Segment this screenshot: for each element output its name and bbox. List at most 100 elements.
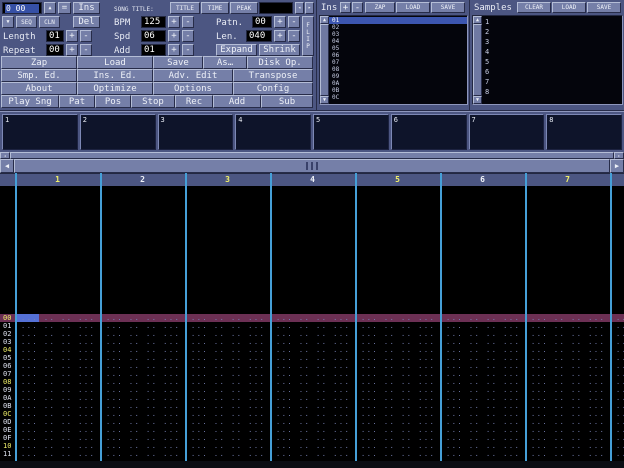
tab-time[interactable]: TIME xyxy=(201,2,229,14)
tab-peak[interactable]: PEAK xyxy=(230,2,258,14)
pattern-cell[interactable]: ... .. .. ... xyxy=(185,322,270,330)
pattern-cell[interactable]: ... .. .. ... xyxy=(610,426,624,434)
menu-button[interactable]: Add xyxy=(213,95,261,108)
pattern-cell[interactable]: ... .. .. ... xyxy=(15,322,100,330)
scroll-right-icon[interactable]: ▶ xyxy=(610,159,624,173)
ins-list-item[interactable]: 0A xyxy=(329,80,467,87)
samples-load-button[interactable]: LOAD xyxy=(552,2,586,13)
ins-list-item[interactable]: 0C xyxy=(329,94,467,101)
menu-button[interactable]: Adv. Edit xyxy=(153,69,233,82)
pattern-cell[interactable]: ... .. .. ... xyxy=(270,410,355,418)
pattern-cell[interactable]: ... .. .. ... xyxy=(15,354,100,362)
pattern-cell[interactable]: ... .. .. ... xyxy=(525,450,610,458)
pattern-cell[interactable]: ... .. .. ... xyxy=(525,338,610,346)
pattern-cell[interactable]: ... .. .. ... xyxy=(185,338,270,346)
pattern-cell[interactable]: ... .. .. ... xyxy=(100,386,185,394)
pattern-row[interactable]: 01... .. .. ...... .. .. ...... .. .. ..… xyxy=(0,322,624,330)
pattern-cell[interactable]: ... .. .. ... xyxy=(440,402,525,410)
spd-plus-button[interactable]: + xyxy=(168,30,180,42)
pattern-cell[interactable]: ... .. .. ... xyxy=(100,442,185,450)
chooser-scrollbar-track[interactable] xyxy=(10,152,614,159)
pattern-cell[interactable]: ... .. .. ... xyxy=(525,330,610,338)
pattern-cell[interactable]: ... .. .. ... xyxy=(185,450,270,458)
pattern-cell[interactable]: ... .. .. ... xyxy=(100,314,185,322)
pattern-cell[interactable]: ... .. .. ... xyxy=(610,362,624,370)
pattern-hscrollbar-track[interactable] xyxy=(14,159,610,173)
pattern-cell[interactable]: ... .. .. ... xyxy=(270,346,355,354)
pattern-cell[interactable]: ... .. .. ... xyxy=(610,410,624,418)
pattern-cell[interactable]: ... .. .. ... xyxy=(355,434,440,442)
pattern-cell[interactable]: ... .. .. ... xyxy=(15,402,100,410)
pattern-cell[interactable]: ... .. .. ... xyxy=(525,410,610,418)
pattern-hscrollbar[interactable]: ◀ ▶ xyxy=(0,159,624,173)
pattern-cell[interactable]: ... .. .. ... xyxy=(270,450,355,458)
pattern-cell[interactable]: ... .. .. ... xyxy=(610,402,624,410)
channel-header-number[interactable] xyxy=(610,174,624,186)
pattern-cell[interactable]: ... .. .. ... xyxy=(525,394,610,402)
instrument-slot[interactable]: 7 xyxy=(469,114,545,150)
pattern-cell[interactable]: ... .. .. ... xyxy=(440,426,525,434)
pattern-cell[interactable]: ... .. .. ... xyxy=(440,410,525,418)
sequence-button[interactable]: SEQ xyxy=(16,16,37,28)
length-minus-button[interactable]: - xyxy=(80,30,92,42)
pattern-cell[interactable]: ... .. .. ... xyxy=(270,330,355,338)
pattern-cell[interactable]: ... .. .. ... xyxy=(440,434,525,442)
pattern-cell[interactable]: ... .. .. ... xyxy=(610,418,624,426)
sample-list-item[interactable]: 2 xyxy=(482,27,622,37)
pattern-row[interactable]: 10... .. .. ...... .. .. ...... .. .. ..… xyxy=(0,442,624,450)
pattern-cell[interactable]: ... .. .. ... xyxy=(15,314,100,322)
sample-list-item[interactable]: 3 xyxy=(482,37,622,47)
pattern-cell[interactable]: ... .. .. ... xyxy=(100,426,185,434)
ins-list-item[interactable]: 0B xyxy=(329,87,467,94)
pattern-cell[interactable]: ... .. .. ... xyxy=(355,314,440,322)
pattern-cell[interactable]: ... .. .. ... xyxy=(15,362,100,370)
pattern-cell[interactable]: ... .. .. ... xyxy=(270,314,355,322)
ins-list-item[interactable]: 03 xyxy=(329,31,467,38)
pattern-row[interactable]: 08... .. .. ...... .. .. ...... .. .. ..… xyxy=(0,378,624,386)
pattern-cell[interactable]: ... .. .. ... xyxy=(270,378,355,386)
scroll-up-icon[interactable]: ▲ xyxy=(320,16,329,24)
ins-list-item[interactable]: 02 xyxy=(329,24,467,31)
position-equals-button[interactable]: = xyxy=(58,2,71,14)
menu-button[interactable]: Save xyxy=(153,56,203,69)
pattern-cell[interactable]: ... .. .. ... xyxy=(185,314,270,322)
pattern-cell[interactable]: ... .. .. ... xyxy=(355,322,440,330)
pattern-row[interactable]: 02... .. .. ...... .. .. ...... .. .. ..… xyxy=(0,330,624,338)
channel-header-number[interactable]: 4 xyxy=(270,174,355,186)
repeat-minus-button[interactable]: - xyxy=(80,44,92,56)
pattern-cell[interactable]: ... .. .. ... xyxy=(185,442,270,450)
chooser-scrollbar[interactable]: ◂ ▸ xyxy=(0,152,624,159)
pattern-cell[interactable]: ... .. .. ... xyxy=(355,338,440,346)
menu-button[interactable]: About xyxy=(1,82,77,95)
pattern-cell[interactable]: ... .. .. ... xyxy=(525,402,610,410)
pattern-cell[interactable]: ... .. .. ... xyxy=(610,394,624,402)
add-minus-button[interactable]: - xyxy=(182,44,194,56)
chooser-scrollbar-grip[interactable] xyxy=(10,152,614,159)
channel-header-number[interactable]: 6 xyxy=(440,174,525,186)
sample-list-item[interactable]: 1 xyxy=(482,17,622,27)
clone-button[interactable]: CLN xyxy=(39,16,60,28)
menu-button[interactable]: Load xyxy=(77,56,153,69)
pattern-cell[interactable]: ... .. .. ... xyxy=(525,442,610,450)
pattern-cell[interactable]: ... .. .. ... xyxy=(610,370,624,378)
pattern-cell[interactable]: ... .. .. ... xyxy=(525,314,610,322)
pattern-cell[interactable]: ... .. .. ... xyxy=(100,378,185,386)
pattern-cell[interactable]: ... .. .. ... xyxy=(185,434,270,442)
pattern-cell[interactable]: ... .. .. ... xyxy=(610,314,624,322)
pattern-cell[interactable]: ... .. .. ... xyxy=(440,354,525,362)
channel-header-number[interactable]: 5 xyxy=(355,174,440,186)
pattern-cell[interactable]: ... .. .. ... xyxy=(185,370,270,378)
pattern-cell[interactable]: ... .. .. ... xyxy=(355,346,440,354)
shrink-button[interactable]: Shrink xyxy=(259,44,300,56)
pattern-cell[interactable]: ... .. .. ... xyxy=(100,322,185,330)
pattern-cell[interactable]: ... .. .. ... xyxy=(270,322,355,330)
ins-list-item[interactable]: 01 xyxy=(329,17,467,24)
pattern-cell[interactable]: ... .. .. ... xyxy=(440,370,525,378)
tab-title[interactable]: TITLE xyxy=(170,2,200,14)
pattern-cell[interactable]: ... .. .. ... xyxy=(440,450,525,458)
ins-plus-button[interactable]: + xyxy=(340,2,351,13)
pattern-cell[interactable]: ... .. .. ... xyxy=(100,434,185,442)
pattern-row[interactable]: 0D... .. .. ...... .. .. ...... .. .. ..… xyxy=(0,418,624,426)
pattern-cell[interactable]: ... .. .. ... xyxy=(440,362,525,370)
pattern-cell[interactable]: ... .. .. ... xyxy=(15,330,100,338)
